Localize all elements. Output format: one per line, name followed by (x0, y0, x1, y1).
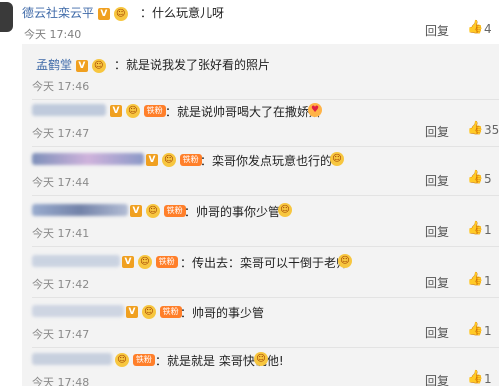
emoji-icon: ☺ (254, 352, 268, 366)
verified-v-badge: V (146, 153, 158, 166)
reply-text: ：帅哥的事你少管 (184, 205, 281, 219)
fan-level-badge: 铁粉 (163, 204, 186, 217)
reply-time: 今天 17:46 (32, 80, 90, 93)
blurred-username[interactable] (32, 104, 106, 116)
thumbs-up-icon[interactable]: 👍 (467, 322, 483, 337)
divider (32, 246, 499, 247)
emoji-icon: ☺ (330, 152, 344, 166)
verified-v-badge: V (126, 305, 138, 318)
emoji-icon: ☺ (137, 254, 152, 269)
emoji-icon: ☺ (115, 352, 129, 367)
reply-button[interactable]: 回复 (425, 123, 449, 140)
comment-thread: 德云社栾云平 V ☺ ：什么玩意儿呀 今天 17:40 回复 👍 4 孟鹤堂 V… (0, 0, 499, 386)
like-count: 1 (484, 324, 492, 338)
reply-time: 今天 17:48 (32, 376, 90, 386)
thumbs-up-icon[interactable]: 👍 (467, 20, 483, 35)
fan-level-badge: 铁粉 (159, 305, 182, 318)
reply-button[interactable]: 回复 (425, 172, 449, 189)
like-count: 4 (484, 22, 492, 36)
like-count: 35 (484, 123, 499, 137)
reply-button[interactable]: 回复 (425, 372, 449, 386)
emoji-icon: ☺ (91, 58, 106, 73)
fan-level-badge: 铁粉 (155, 255, 178, 268)
emoji-icon: ☺ (338, 254, 352, 268)
verified-v-badge: V (130, 204, 142, 217)
divider (32, 347, 499, 348)
verified-v-badge: V (110, 104, 122, 117)
reply-time: 今天 17:44 (32, 176, 90, 189)
emoji-icon: ☺ (141, 304, 156, 319)
main-comment: 德云社栾云平 V ☺ ：什么玩意儿呀 今天 17:40 回复 👍 4 (0, 0, 499, 44)
reply-time: 今天 17:47 (32, 127, 90, 140)
username-link[interactable]: 孟鹤堂 (36, 58, 72, 72)
verified-v-badge: V (97, 7, 110, 20)
divider (32, 99, 499, 100)
thumbs-up-icon[interactable]: 👍 (467, 272, 483, 287)
verified-v-badge: V (122, 255, 134, 268)
blurred-username[interactable] (32, 305, 124, 317)
like-count: 1 (484, 372, 492, 386)
verified-v-badge: V (75, 59, 88, 72)
like-count: 1 (484, 223, 492, 237)
emoji-icon: ☺ (161, 152, 176, 167)
reply-time: 今天 17:47 (32, 328, 90, 341)
blurred-username[interactable] (32, 204, 128, 216)
reply-text: ：就是说我发了张好看的照片 (114, 58, 271, 72)
blurred-username[interactable] (32, 153, 144, 165)
reply-button[interactable]: 回复 (425, 274, 449, 291)
thumbs-up-icon[interactable]: 👍 (467, 221, 483, 236)
like-count: 5 (484, 172, 492, 186)
reply-button[interactable]: 回复 (425, 324, 449, 341)
fan-level-badge: 铁粉 (143, 104, 166, 117)
emoji-icon: ☺ (113, 6, 128, 21)
emoji-icon: ☺ (125, 103, 140, 118)
heart-eyes-emoji-icon: ♥ (308, 103, 322, 117)
reply-text: ：栾哥你发点玩意也行的 (200, 154, 333, 168)
comment-time: 今天 17:40 (24, 28, 82, 41)
divider (32, 195, 499, 196)
thumbs-up-icon[interactable]: 👍 (467, 170, 483, 185)
divider (32, 297, 499, 298)
username-link[interactable]: 德云社栾云平 (22, 6, 94, 20)
blurred-username[interactable] (32, 353, 112, 365)
emoji-icon: ☺ (278, 203, 292, 217)
blurred-username[interactable] (32, 255, 120, 267)
reply-text: ：传出去：栾哥可以干倒于老师 (180, 256, 349, 270)
fan-level-badge: 铁粉 (179, 153, 202, 166)
like-count: 1 (484, 274, 492, 288)
emoji-icon: ☺ (145, 203, 160, 218)
reply-text: ：就是说帅哥喝大了在撒娇娇 (165, 105, 322, 119)
reply-button[interactable]: 回复 (425, 22, 449, 39)
reply-text: ：帅哥的事少管 (180, 306, 265, 320)
reply-button[interactable]: 回复 (425, 223, 449, 240)
divider (32, 146, 499, 147)
comment-text: ：什么玩意儿呀 (140, 6, 225, 20)
thumbs-up-icon[interactable]: 👍 (467, 121, 483, 136)
avatar[interactable] (0, 2, 13, 32)
thumbs-up-icon[interactable]: 👍 (467, 370, 483, 385)
reply-time: 今天 17:41 (32, 227, 90, 240)
reply-time: 今天 17:42 (32, 278, 90, 291)
fan-level-badge: 铁粉 (132, 353, 155, 366)
